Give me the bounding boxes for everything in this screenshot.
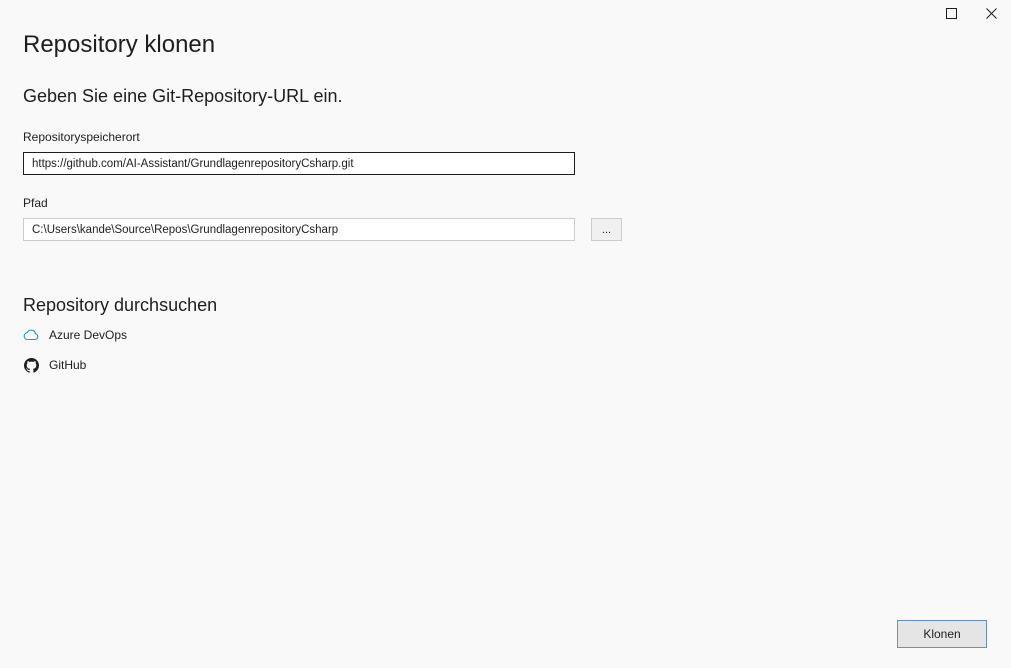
maximize-button[interactable] [931,0,971,26]
provider-github[interactable]: GitHub [23,357,86,373]
url-label: Repositoryspeicherort [23,130,140,144]
page-title: Repository klonen [23,31,216,58]
close-icon [985,7,997,19]
clone-button[interactable]: Klonen [897,620,987,648]
provider-label: Azure DevOps [49,328,128,342]
path-input[interactable] [23,218,575,241]
path-label: Pfad [23,196,48,210]
maximize-icon [945,7,957,19]
provider-label: GitHub [49,358,87,372]
github-icon [23,357,39,373]
browse-path-button[interactable]: ... [591,218,622,241]
close-button[interactable] [971,0,1011,26]
page-subtitle: Geben Sie eine Git-Repository-URL ein. [23,86,343,106]
cloud-icon [23,327,39,343]
browse-section-title: Repository durchsuchen [23,295,218,315]
window-controls [931,0,1011,26]
provider-azure-devops[interactable]: Azure DevOps [23,327,127,343]
repository-url-input[interactable] [23,152,575,175]
